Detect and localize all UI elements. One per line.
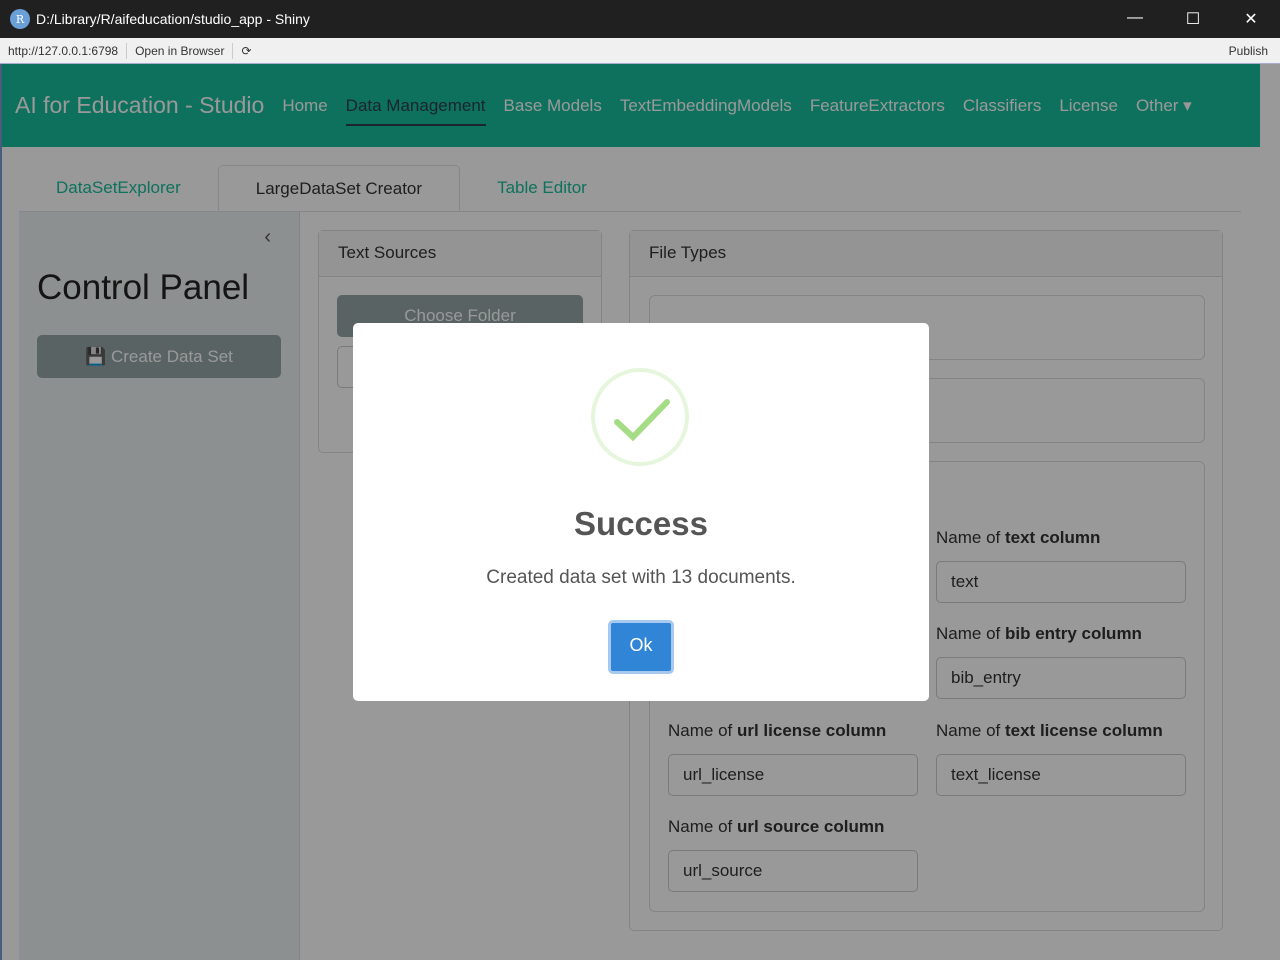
open-in-browser-button[interactable]: Open in Browser bbox=[135, 44, 224, 58]
dialog-title: Success bbox=[574, 505, 708, 542]
maximize-button[interactable]: ☐ bbox=[1164, 9, 1222, 29]
success-check-icon bbox=[591, 368, 689, 466]
r-logo-icon: R bbox=[10, 9, 30, 29]
url-text: http://127.0.0.1:6798 bbox=[8, 43, 119, 58]
minimize-button[interactable]: — bbox=[1106, 9, 1164, 29]
ok-button[interactable]: Ok bbox=[608, 620, 674, 674]
address-bar: http://127.0.0.1:6798 Open in Browser ⟳ … bbox=[0, 38, 1280, 64]
dialog-message: Created data set with 13 documents. bbox=[486, 567, 796, 588]
window-title: D:/Library/R/aifeducation/studio_app - S… bbox=[36, 11, 310, 27]
publish-button[interactable]: Publish bbox=[1229, 44, 1268, 58]
success-dialog: Success Created data set with 13 documen… bbox=[353, 323, 929, 701]
close-button[interactable]: ✕ bbox=[1222, 9, 1280, 29]
refresh-icon[interactable]: ⟳ bbox=[241, 44, 251, 58]
window-titlebar: R D:/Library/R/aifeducation/studio_app -… bbox=[0, 0, 1280, 38]
